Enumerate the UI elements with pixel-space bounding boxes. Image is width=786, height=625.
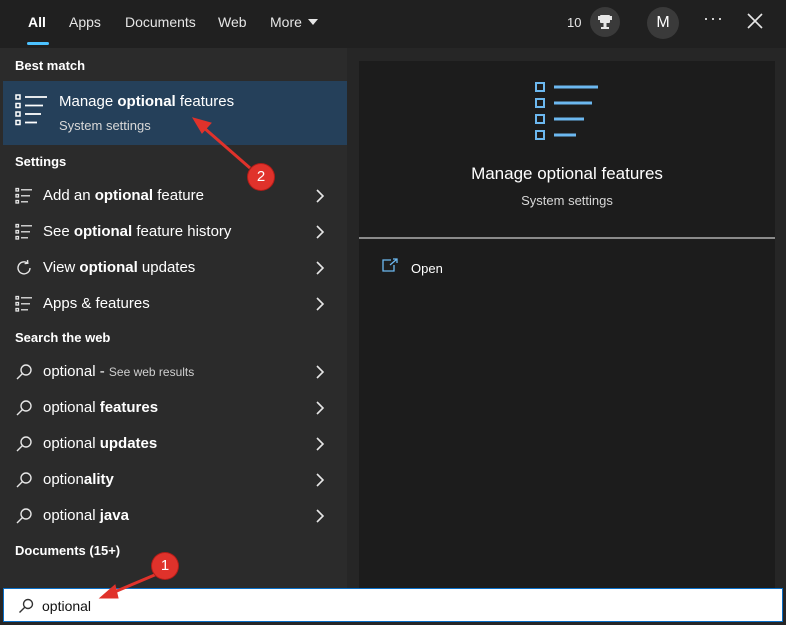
settings-item-add-optional-feature[interactable]: Add an optional feature bbox=[3, 178, 347, 214]
best-match-subtitle: System settings bbox=[59, 118, 151, 133]
settings-item-label: View optional updates bbox=[43, 259, 196, 276]
list-icon bbox=[15, 295, 33, 313]
results-panel: Best match Manage optional features Syst… bbox=[0, 48, 347, 588]
preview-panel: Manage optional features System settings… bbox=[359, 61, 775, 588]
search-icon bbox=[15, 363, 33, 381]
settings-item-label: Apps & features bbox=[43, 295, 150, 312]
divider bbox=[359, 237, 775, 239]
list-icon bbox=[15, 187, 33, 205]
web-item-optionality[interactable]: optionality bbox=[3, 462, 347, 498]
web-item-optional-updates[interactable]: optional updates bbox=[3, 426, 347, 462]
top-bar: All Apps Documents Web More 10 M ··· bbox=[0, 0, 786, 48]
rewards-points: 10 bbox=[567, 15, 582, 30]
open-action[interactable]: Open bbox=[411, 261, 443, 276]
search-icon bbox=[15, 435, 33, 453]
web-item-optional[interactable]: optional - See web results bbox=[3, 354, 347, 390]
settings-item-apps-features[interactable]: Apps & features bbox=[3, 286, 347, 322]
preview-subtitle: System settings bbox=[521, 193, 613, 208]
web-item-label: optional updates bbox=[43, 435, 158, 452]
open-icon[interactable] bbox=[381, 258, 399, 279]
list-settings-icon bbox=[15, 94, 49, 133]
settings-item-label: See optional feature history bbox=[43, 223, 232, 240]
search-window: All Apps Documents Web More 10 M ··· Bes… bbox=[0, 0, 786, 625]
chevron-right-icon bbox=[315, 509, 325, 523]
tab-apps[interactable]: Apps bbox=[69, 14, 101, 30]
avatar[interactable]: M bbox=[647, 7, 679, 39]
chevron-right-icon bbox=[315, 297, 325, 311]
best-match-item[interactable]: Manage optional features System settings bbox=[3, 81, 347, 145]
chevron-right-icon bbox=[315, 437, 325, 451]
search-input[interactable] bbox=[42, 595, 642, 617]
annotation-badge-2: 2 bbox=[248, 164, 274, 190]
search-bar[interactable] bbox=[3, 588, 783, 622]
web-item-optional-features[interactable]: optional features bbox=[3, 390, 347, 426]
search-icon bbox=[15, 471, 33, 489]
search-icon bbox=[15, 507, 33, 525]
tab-more-label: More bbox=[270, 14, 302, 30]
annotation-badge-1: 1 bbox=[152, 553, 178, 579]
web-item-label: optionality bbox=[43, 471, 114, 488]
chevron-right-icon bbox=[315, 225, 325, 239]
settings-item-optional-feature-history[interactable]: See optional feature history bbox=[3, 214, 347, 250]
web-item-label: optional java bbox=[43, 507, 129, 524]
search-web-heading: Search the web bbox=[15, 330, 111, 345]
chevron-right-icon bbox=[315, 473, 325, 487]
chevron-right-icon bbox=[315, 189, 325, 203]
rewards-trophy-icon[interactable] bbox=[590, 7, 620, 37]
more-options-icon[interactable]: ··· bbox=[703, 8, 724, 29]
web-item-optional-java[interactable]: optional java bbox=[3, 498, 347, 534]
search-icon bbox=[18, 598, 34, 614]
tab-more[interactable]: More bbox=[270, 14, 318, 30]
settings-item-label: Add an optional feature bbox=[43, 187, 204, 204]
refresh-icon bbox=[15, 259, 33, 277]
chevron-down-icon bbox=[307, 19, 318, 25]
settings-item-view-optional-updates[interactable]: View optional updates bbox=[3, 250, 347, 286]
preview-title: Manage optional features bbox=[471, 164, 663, 183]
tab-documents[interactable]: Documents bbox=[125, 14, 196, 30]
chevron-right-icon bbox=[315, 401, 325, 415]
best-match-heading: Best match bbox=[15, 58, 86, 73]
close-icon[interactable] bbox=[746, 12, 764, 30]
list-icon bbox=[15, 223, 33, 241]
chevron-right-icon bbox=[315, 365, 325, 379]
tab-all[interactable]: All bbox=[28, 14, 46, 30]
best-match-title: Manage optional features bbox=[59, 93, 235, 110]
documents-heading[interactable]: Documents (15+) bbox=[15, 543, 120, 558]
chevron-right-icon bbox=[315, 261, 325, 275]
web-item-label: optional - See web results bbox=[43, 363, 195, 380]
web-item-label: optional features bbox=[43, 399, 159, 416]
settings-heading: Settings bbox=[15, 154, 67, 169]
list-settings-icon bbox=[534, 81, 600, 148]
tab-web[interactable]: Web bbox=[218, 14, 247, 30]
active-tab-indicator bbox=[27, 42, 49, 45]
search-icon bbox=[15, 399, 33, 417]
